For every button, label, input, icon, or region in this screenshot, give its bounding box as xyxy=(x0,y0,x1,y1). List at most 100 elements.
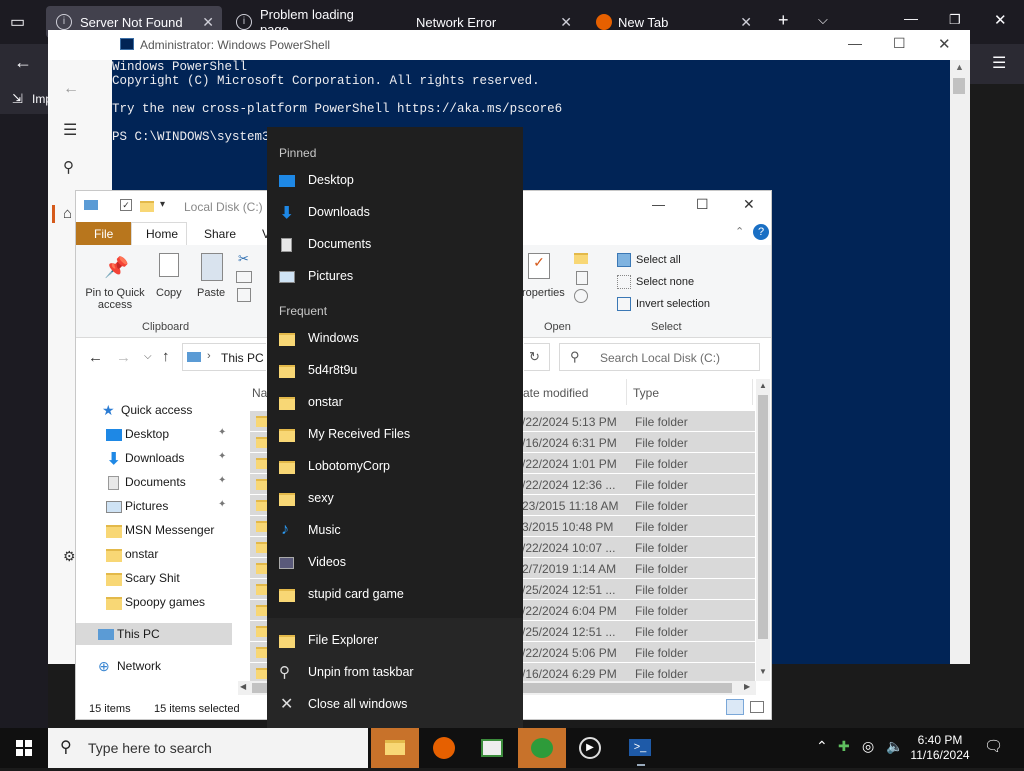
nav-item-desktop[interactable]: Desktop ✦ xyxy=(76,423,232,445)
nav-item-quick-access[interactable]: ★ Quick access xyxy=(76,399,232,421)
home-icon[interactable]: ⌂ xyxy=(63,205,72,222)
tab-list-icon[interactable]: ▭ xyxy=(10,12,25,32)
maximize-icon[interactable]: ☐ xyxy=(893,35,906,52)
powershell-scrollbar[interactable]: ▲ xyxy=(950,60,968,664)
nav-item-this-pc[interactable]: This PC xyxy=(76,623,232,645)
jumplist-item-music[interactable]: ♪ Music xyxy=(267,515,523,547)
new-folder-quick-icon[interactable] xyxy=(140,201,154,212)
refresh-button[interactable]: ↻ xyxy=(524,343,550,371)
ribbon-collapse-icon[interactable]: ⌃ xyxy=(735,225,744,238)
history-icon[interactable] xyxy=(574,289,588,303)
nav-item-spoopy-games[interactable]: Spoopy games xyxy=(76,591,232,613)
back-arrow-icon[interactable]: ← xyxy=(14,52,32,73)
file-list-scrollbar[interactable]: ▲ ▼ xyxy=(756,379,770,681)
select-none-button[interactable]: Select none xyxy=(636,276,694,288)
properties-quick-icon[interactable]: ✓ xyxy=(120,199,132,211)
paste-button[interactable]: Paste xyxy=(197,287,225,299)
search-icon[interactable]: ⚲ xyxy=(63,158,74,176)
close-icon[interactable]: ✕ xyxy=(743,196,755,213)
recent-dropdown-icon[interactable]: ⌵ xyxy=(144,351,152,362)
jumplist-item-windows[interactable]: Windows xyxy=(267,323,523,355)
jumplist-item-unpin-from-taskbar[interactable]: ⚲ Unpin from taskbar xyxy=(267,657,523,689)
menu-icon[interactable]: ☰ xyxy=(992,53,1006,73)
taskbar-file-explorer[interactable] xyxy=(371,728,419,768)
copy-button[interactable]: Copy xyxy=(156,287,182,299)
minimize-icon[interactable]: — xyxy=(848,35,862,51)
jumplist-item-pictures[interactable]: Pictures xyxy=(267,261,523,293)
column-type[interactable]: Type xyxy=(633,386,659,400)
back-arrow-icon[interactable]: ← xyxy=(88,349,103,366)
up-arrow-icon[interactable]: ↑ xyxy=(162,348,170,365)
jumplist-item-my-received-files[interactable]: My Received Files xyxy=(267,419,523,451)
nav-item-pictures[interactable]: Pictures ✦ xyxy=(76,495,232,517)
scroll-left-icon[interactable]: ◀ xyxy=(240,682,246,691)
jumplist-item-sexy[interactable]: sexy xyxy=(267,483,523,515)
search-box[interactable]: ⚲ Search Local Disk (C:) xyxy=(559,343,760,371)
pin-to-quick-access-button[interactable]: Pin to Quick access xyxy=(80,287,150,311)
minimize-icon[interactable]: — xyxy=(904,10,918,26)
paste-shortcut-icon[interactable] xyxy=(237,288,251,302)
quick-access-dropdown-icon[interactable]: ▾ xyxy=(160,199,165,210)
nav-item-scary-shit[interactable]: Scary Shit xyxy=(76,567,232,589)
tray-overflow-chevron-icon[interactable]: ⌃ xyxy=(816,738,828,755)
tab-home[interactable]: Home xyxy=(131,222,187,245)
jumplist-item-videos[interactable]: Videos xyxy=(267,547,523,579)
jumplist-item-close-all-windows[interactable]: ✕ Close all windows xyxy=(267,689,523,721)
open-icon[interactable] xyxy=(574,253,588,264)
taskbar-search[interactable]: ⚲ Type here to search xyxy=(48,728,368,768)
taskbar-messenger[interactable] xyxy=(518,728,566,768)
volume-icon[interactable]: 🔈 xyxy=(886,738,903,755)
scroll-up-icon[interactable]: ▲ xyxy=(955,62,964,72)
notifications-icon[interactable]: 🗨 xyxy=(984,737,1003,755)
jumplist-item-desktop[interactable]: Desktop xyxy=(267,165,523,197)
taskbar-firefox[interactable] xyxy=(420,728,468,768)
cut-icon[interactable]: ✂ xyxy=(238,251,249,267)
jumplist-item-lobotomycorp[interactable]: LobotomyCorp xyxy=(267,451,523,483)
taskbar-powershell[interactable]: >_ xyxy=(616,728,664,768)
help-icon[interactable]: ? xyxy=(753,224,769,240)
taskbar-media-player[interactable]: ▶ xyxy=(566,728,614,768)
start-button[interactable] xyxy=(0,728,48,768)
restore-icon[interactable]: ❐ xyxy=(949,12,961,28)
import-bar[interactable]: ⇲ Imp xyxy=(0,84,52,114)
column-date-modified[interactable]: ate modified xyxy=(523,386,588,400)
taskbar-app-window[interactable] xyxy=(468,728,516,768)
scroll-thumb[interactable] xyxy=(953,78,965,94)
nav-item-network[interactable]: ⊕ Network xyxy=(76,655,232,677)
copy-path-icon[interactable] xyxy=(236,271,252,283)
powershell-titlebar[interactable]: Administrator: Windows PowerShell — ☐ ✕ xyxy=(48,30,970,60)
nav-item-onstar[interactable]: onstar xyxy=(76,543,232,565)
scroll-down-icon[interactable]: ▼ xyxy=(759,667,767,676)
back-arrow-icon[interactable]: ← xyxy=(63,80,79,98)
close-window-icon[interactable]: ✕ xyxy=(994,11,1007,29)
new-tab-icon[interactable]: + xyxy=(778,10,789,31)
tab-file[interactable]: File xyxy=(76,222,131,245)
clock[interactable]: 6:40 PM 11/16/2024 xyxy=(910,733,970,763)
nav-item-downloads[interactable]: ⬇ Downloads ✦ xyxy=(76,447,232,469)
close-icon[interactable]: ✕ xyxy=(202,14,214,31)
invert-selection-button[interactable]: Invert selection xyxy=(636,298,710,310)
gear-icon[interactable]: ⚙ xyxy=(63,548,76,565)
large-icons-view-icon[interactable] xyxy=(750,701,764,713)
tab-share[interactable]: Share xyxy=(204,227,236,241)
close-icon[interactable]: ✕ xyxy=(560,14,572,31)
nav-item-msn-messenger[interactable]: MSN Messenger xyxy=(76,519,232,541)
jumplist-item-file-explorer[interactable]: File Explorer xyxy=(267,625,523,657)
scroll-up-icon[interactable]: ▲ xyxy=(759,381,767,390)
nav-item-documents[interactable]: Documents ✦ xyxy=(76,471,232,493)
jumplist-item-documents[interactable]: Documents xyxy=(267,229,523,261)
select-all-button[interactable]: Select all xyxy=(636,254,681,266)
forward-arrow-icon[interactable]: → xyxy=(116,349,131,366)
jumplist-item-onstar[interactable]: onstar xyxy=(267,387,523,419)
column-name[interactable]: Na xyxy=(252,386,267,400)
edit-icon[interactable] xyxy=(576,271,588,285)
address-bar[interactable]: › This PC xyxy=(182,343,266,371)
maximize-icon[interactable]: ☐ xyxy=(696,196,709,213)
properties-button[interactable]: roperties xyxy=(522,287,565,299)
jumplist-item-5d4r8t9u[interactable]: 5d4r8t9u xyxy=(267,355,523,387)
scroll-right-icon[interactable]: ▶ xyxy=(744,682,750,691)
chevron-down-icon[interactable]: ⌵ xyxy=(818,12,828,28)
close-icon[interactable]: ✕ xyxy=(938,35,951,53)
jumplist-item-stupid-card-game[interactable]: stupid card game xyxy=(267,579,523,611)
network-globe-icon[interactable]: ◎ xyxy=(862,738,874,755)
